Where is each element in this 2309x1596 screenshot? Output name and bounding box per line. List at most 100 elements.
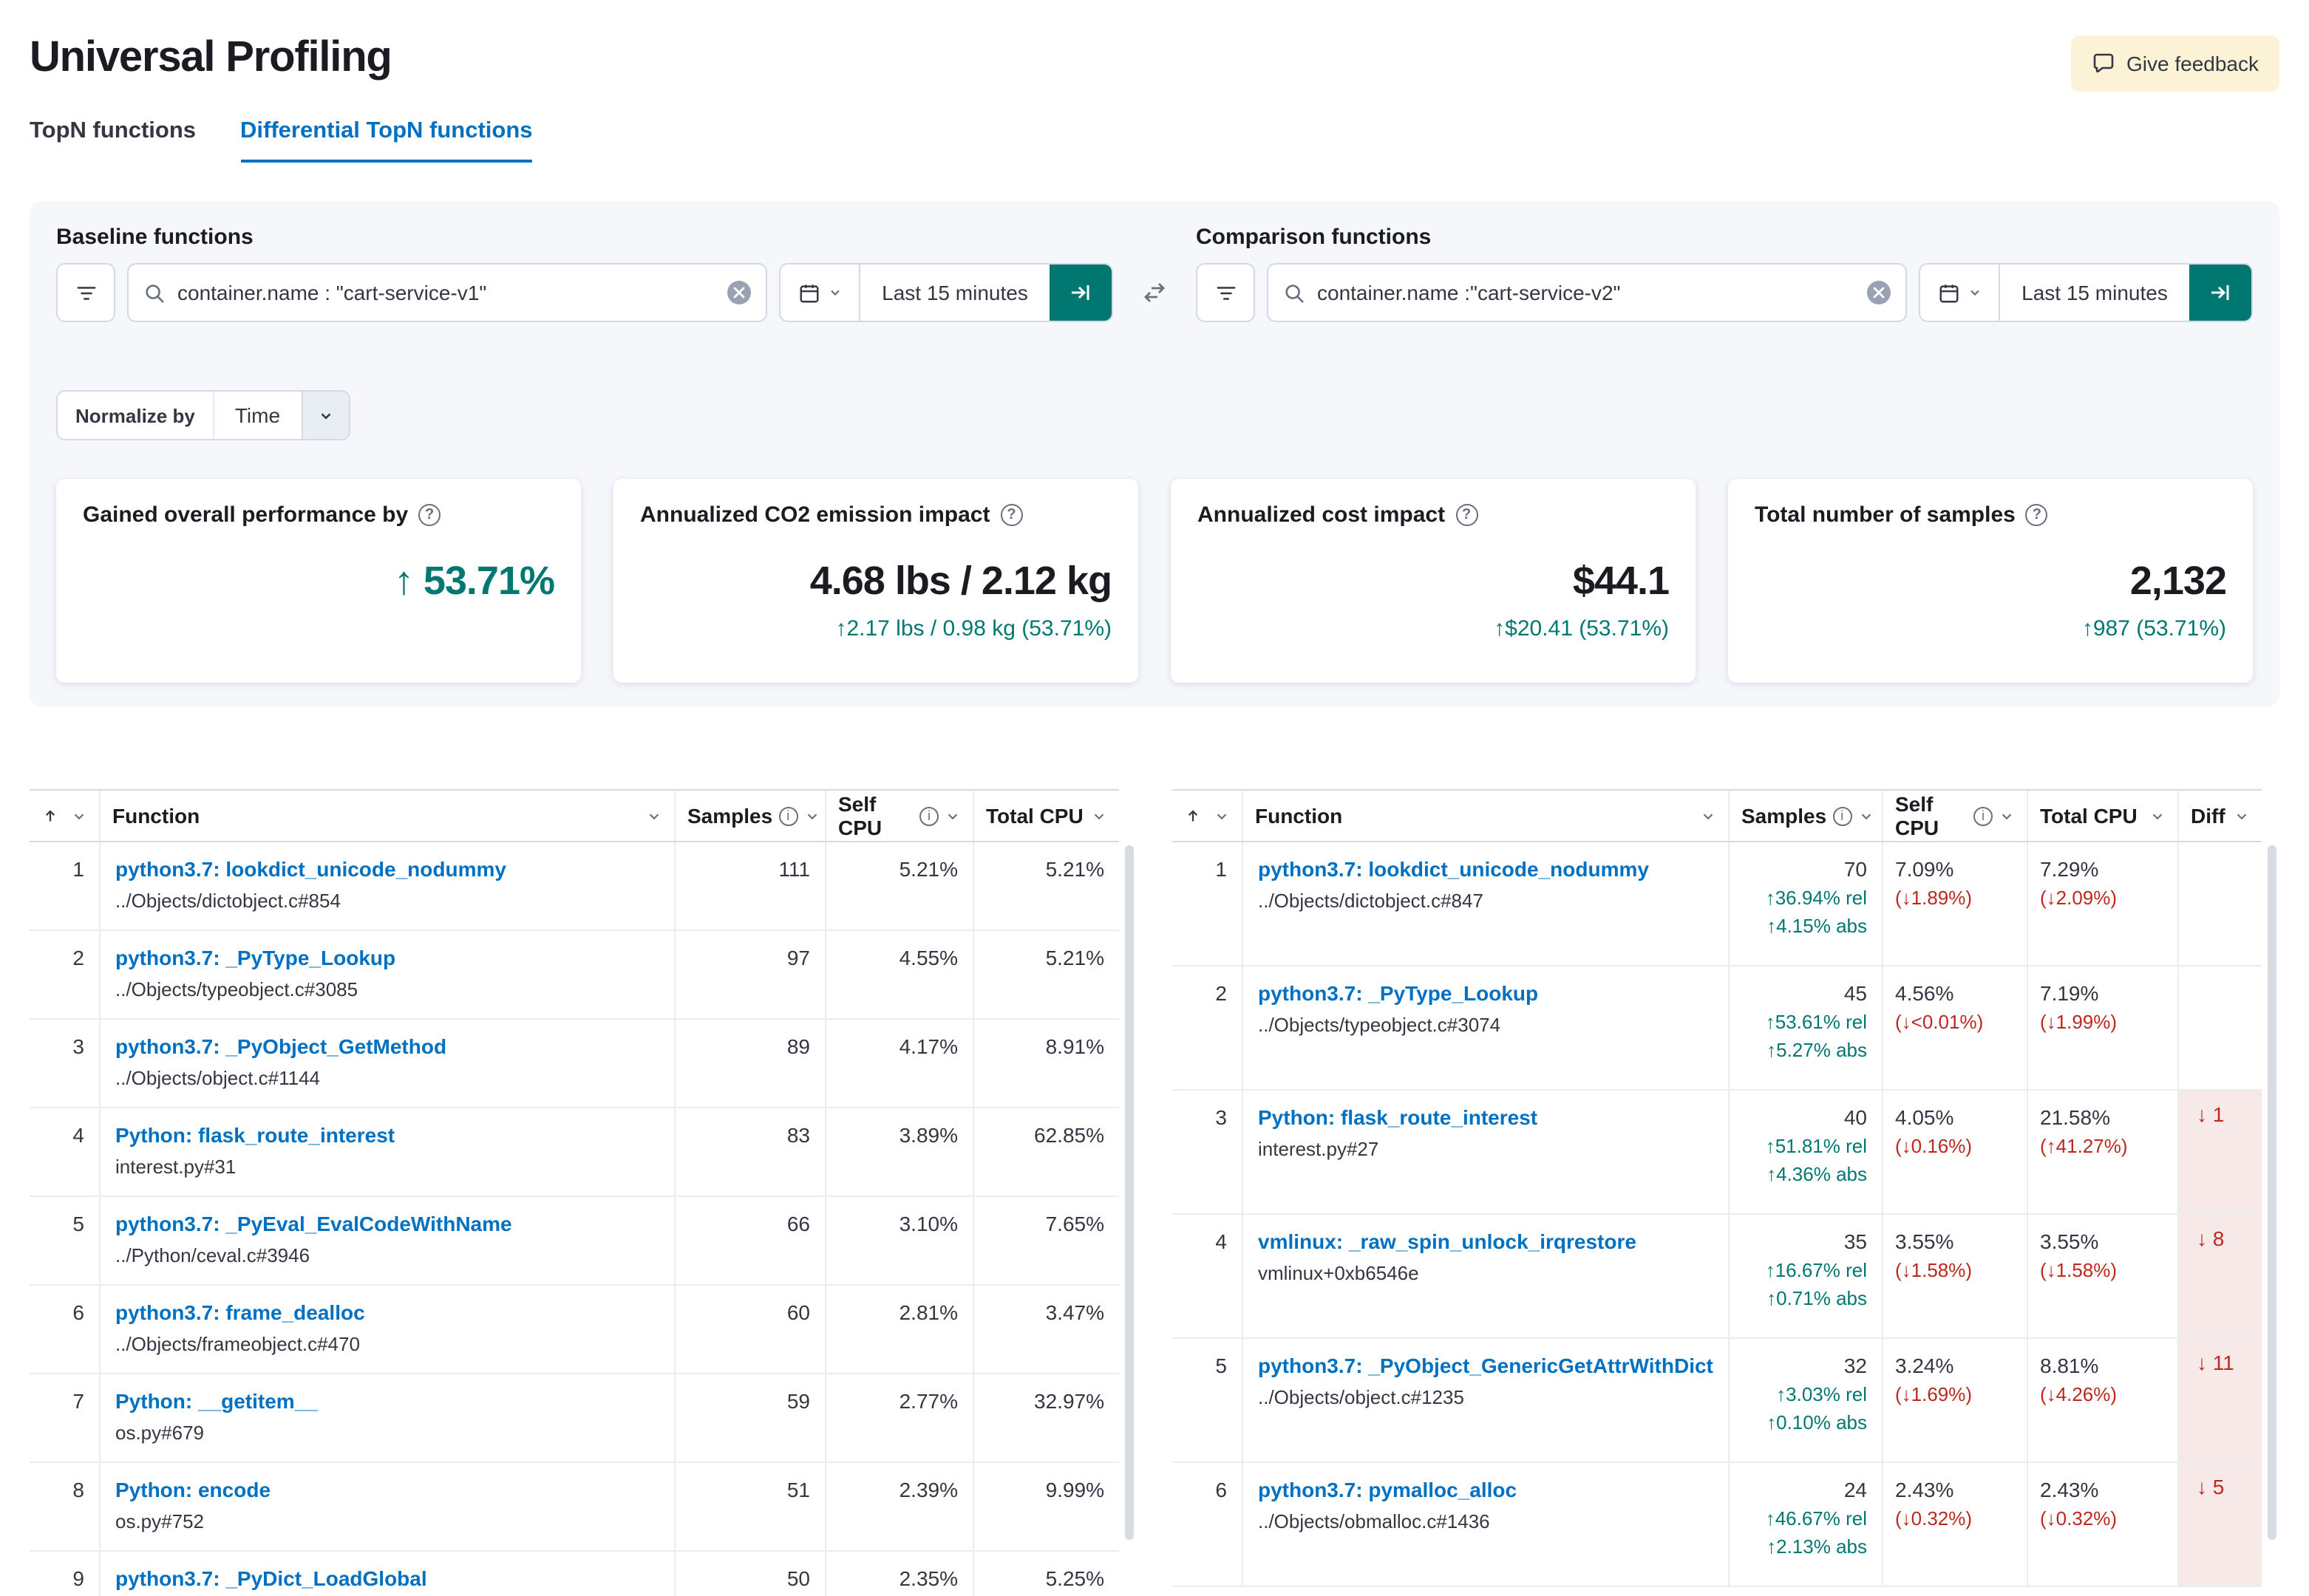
rank-diff-value: [2179, 966, 2262, 1089]
total-samples-delta: ↑987 (53.71%): [2081, 616, 2226, 641]
comparison-calendar-button[interactable]: [1920, 265, 2000, 321]
samples-value: 83: [676, 1108, 826, 1196]
self-cpu-value: 7.09%: [1895, 857, 1954, 881]
rank-diff-value: ↓ 11: [2179, 1339, 2262, 1462]
function-link[interactable]: python3.7: frame_dealloc: [115, 1300, 659, 1324]
row-rank: 5: [1172, 1339, 1243, 1462]
column-header-function[interactable]: Function: [1243, 791, 1730, 841]
function-link[interactable]: Python: flask_route_interest: [1258, 1105, 1713, 1129]
tab-topn-functions[interactable]: TopN functions: [30, 118, 196, 163]
total-cpu-value: 2.43%: [2040, 1478, 2099, 1501]
table-row[interactable]: 3 python3.7: _PyObject_GetMethod ../Object…: [30, 1020, 1119, 1108]
baseline-table-scrollbar[interactable]: [1125, 845, 1134, 1540]
table-row[interactable]: 8 Python: encode os.py#752 51 2.39% 9.99%: [30, 1463, 1119, 1552]
function-path: ../Objects/dictobject.c#847: [1258, 890, 1483, 912]
column-header-total-cpu[interactable]: Total CPU: [2028, 791, 2179, 841]
rank-diff-value: [2179, 842, 2262, 965]
normalize-by-dropdown[interactable]: [301, 392, 349, 439]
table-row[interactable]: 2 python3.7: _PyType_Lookup ../Objects/typ…: [30, 931, 1119, 1020]
baseline-clear-icon[interactable]: [727, 281, 751, 304]
table-row[interactable]: 4 vmlinux: _raw_spin_unlock_irqrestore vml…: [1172, 1215, 2262, 1339]
samples-value: 35: [1843, 1230, 1867, 1253]
column-header-samples[interactable]: Samples i: [676, 791, 826, 841]
column-header-samples[interactable]: Samples i: [1730, 791, 1883, 841]
table-row[interactable]: 7 Python: __getitem__ os.py#679 59 2.77% 32.9…: [30, 1374, 1119, 1463]
column-label: Samples: [1741, 804, 1827, 828]
function-cell: python3.7: lookdict_unicode_nodummy ../Ob…: [101, 842, 676, 930]
function-link[interactable]: python3.7: lookdict_unicode_nodummy: [115, 857, 659, 881]
baseline-time-range[interactable]: Last 15 minutes: [860, 265, 1050, 321]
function-link[interactable]: Python: __getitem__: [115, 1389, 659, 1413]
column-header-total-cpu[interactable]: Total CPU: [974, 791, 1119, 841]
baseline-apply-button[interactable]: [1050, 265, 1112, 321]
column-header-self-cpu[interactable]: Self CPU i: [826, 791, 974, 841]
swap-queries-button[interactable]: [1131, 281, 1178, 322]
table-row[interactable]: 6 python3.7: pymalloc_alloc ../Objects/obm…: [1172, 1463, 2262, 1587]
table-row[interactable]: 5 python3.7: _PyObject_GenericGetAttrWith…: [1172, 1339, 2262, 1463]
table-row[interactable]: 2 python3.7: _PyType_Lookup ../Objects/typ…: [1172, 966, 2262, 1091]
table-row[interactable]: 4 Python: flask_route_interest interest.py…: [30, 1108, 1119, 1197]
function-link[interactable]: python3.7: _PyObject_GenericGetAttrWithD…: [1258, 1354, 1713, 1377]
row-rank: 6: [30, 1286, 101, 1373]
search-icon: [143, 282, 166, 304]
table-row[interactable]: 6 python3.7: frame_dealloc ../Objects/fram…: [30, 1286, 1119, 1374]
table-row[interactable]: 5 python3.7: _PyEval_EvalCodeWithName ../P…: [30, 1197, 1119, 1286]
help-icon[interactable]: ?: [1000, 504, 1023, 526]
function-path: ../Objects/dictobject.c#854: [115, 890, 341, 912]
column-header-function[interactable]: Function: [101, 791, 676, 841]
tab-differential-topn-functions[interactable]: Differential TopN functions: [240, 118, 533, 163]
baseline-filter-button[interactable]: [56, 263, 115, 322]
column-header-rank[interactable]: [1172, 791, 1243, 841]
column-header-self-cpu[interactable]: Self CPU i: [1883, 791, 2028, 841]
table-row[interactable]: 9 python3.7: _PyDict_LoadGlobal 50 2.35% 5.2…: [30, 1552, 1119, 1596]
help-icon[interactable]: ?: [1455, 504, 1478, 526]
self-cpu-cell: 4.56% (↓<0.01%): [1883, 966, 2028, 1089]
comparison-search-input[interactable]: container.name :"cart-service-v2": [1267, 263, 1907, 322]
column-header-rank[interactable]: [30, 791, 101, 841]
baseline-calendar-button[interactable]: [781, 265, 860, 321]
performance-gain-value: ↑ 53.71%: [393, 559, 555, 603]
function-link[interactable]: Python: flask_route_interest: [115, 1123, 659, 1147]
function-link[interactable]: python3.7: _PyObject_GetMethod: [115, 1034, 659, 1058]
function-link[interactable]: Python: encode: [115, 1478, 659, 1501]
chevron-down-icon: [1967, 285, 1982, 300]
comparison-filter-group: Comparison functions container.name :"ca…: [1196, 225, 2253, 322]
help-icon[interactable]: ?: [2025, 504, 2048, 526]
help-icon[interactable]: ?: [418, 504, 441, 526]
samples-relative-change: ↑16.67% rel: [1765, 1259, 1867, 1281]
function-link[interactable]: python3.7: _PyDict_LoadGlobal: [115, 1566, 659, 1590]
table-row[interactable]: 3 Python: flask_route_interest interest.py…: [1172, 1091, 2262, 1215]
feedback-bubble-icon: [2091, 52, 2115, 75]
function-link[interactable]: python3.7: pymalloc_alloc: [1258, 1478, 1713, 1501]
table-row[interactable]: 1 python3.7: lookdict_unicode_nodummy ../O…: [1172, 842, 2262, 966]
function-link[interactable]: vmlinux: _raw_spin_unlock_irqrestore: [1258, 1230, 1713, 1253]
function-path: os.py#679: [115, 1422, 204, 1444]
function-link[interactable]: python3.7: _PyType_Lookup: [1258, 981, 1713, 1005]
total-cpu-delta: (↓1.99%): [2040, 1011, 2118, 1033]
comparison-table-body: 1 python3.7: lookdict_unicode_nodummy ../O…: [1172, 842, 2262, 1587]
self-cpu-value: 3.24%: [1895, 1354, 1954, 1377]
baseline-query-text: container.name : "cart-service-v1": [177, 281, 487, 304]
function-link[interactable]: python3.7: _PyEval_EvalCodeWithName: [115, 1212, 659, 1235]
function-link[interactable]: python3.7: _PyType_Lookup: [115, 946, 659, 969]
chevron-down-icon: [1857, 808, 1874, 824]
self-cpu-value: 4.05%: [1895, 1105, 1954, 1129]
function-path: ../Objects/typeobject.c#3085: [115, 978, 358, 1000]
column-header-diff[interactable]: Diff: [2179, 791, 2262, 841]
self-cpu-value: 3.89%: [826, 1108, 974, 1196]
table-row[interactable]: 1 python3.7: lookdict_unicode_nodummy ../O…: [30, 842, 1119, 931]
comparison-apply-button[interactable]: [2189, 265, 2251, 321]
comparison-filter-button[interactable]: [1196, 263, 1255, 322]
total-cpu-value: 5.21%: [1045, 857, 1104, 881]
card-title-text: Gained overall performance by: [83, 502, 409, 528]
total-cpu-value: 7.19%: [2040, 981, 2099, 1005]
baseline-search-input[interactable]: container.name : "cart-service-v1": [127, 263, 767, 322]
comparison-clear-icon[interactable]: [1867, 281, 1891, 304]
comparison-table-scrollbar[interactable]: [2268, 845, 2276, 1540]
normalize-by-value[interactable]: Time: [212, 392, 301, 439]
total-cpu-value: 32.97%: [1034, 1389, 1104, 1413]
function-link[interactable]: python3.7: lookdict_unicode_nodummy: [1258, 857, 1713, 881]
chevron-down-icon: [1091, 808, 1107, 824]
give-feedback-button[interactable]: Give feedback: [2070, 35, 2279, 92]
comparison-time-range[interactable]: Last 15 minutes: [2000, 265, 2189, 321]
